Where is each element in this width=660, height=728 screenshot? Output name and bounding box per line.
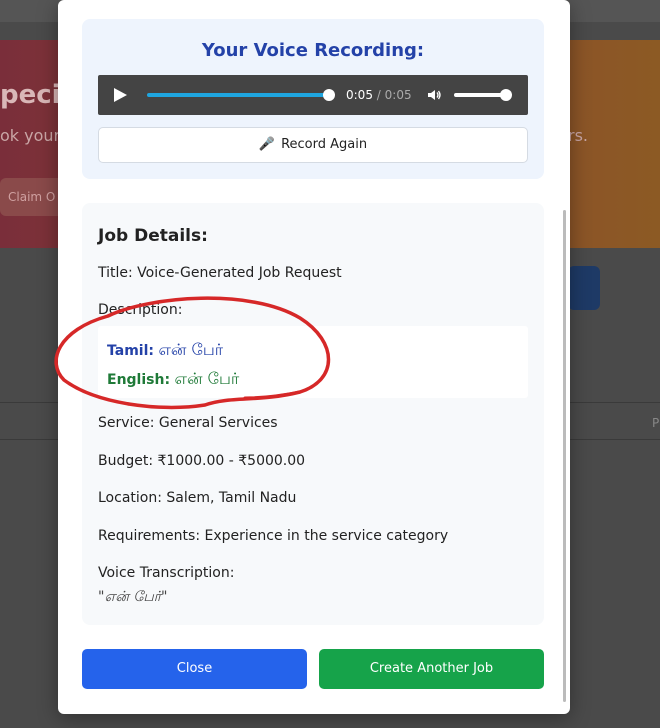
description-english-label: English: xyxy=(107,372,171,388)
voice-recording-panel: Your Voice Recording: 0:05 / 0:05 🎤 Recor… xyxy=(82,19,544,179)
background-blue-button xyxy=(568,266,600,310)
create-another-job-button[interactable]: Create Another Job xyxy=(319,649,544,689)
volume-slider-knob[interactable] xyxy=(500,89,512,101)
close-button[interactable]: Close xyxy=(82,649,307,689)
volume-icon[interactable] xyxy=(426,87,442,103)
record-again-label: Record Again xyxy=(281,137,368,152)
voice-transcription-value: "என் பேர்" xyxy=(98,589,168,605)
job-location-line: Location: Salem, Tamil Nadu xyxy=(98,490,297,506)
job-created-modal: Your Voice Recording: 0:05 / 0:05 🎤 Recor… xyxy=(58,0,570,714)
background-row-text: P xyxy=(652,416,660,430)
audio-progress-knob[interactable] xyxy=(323,89,335,101)
microphone-icon: 🎤 xyxy=(258,137,276,152)
job-description-label: Description: xyxy=(98,302,183,318)
description-tamil: Tamil: என் பேர் xyxy=(107,340,223,361)
background-banner-subtitle: ok your xyxy=(0,126,61,145)
job-requirements-line: Requirements: Experience in the service … xyxy=(98,528,449,544)
description-english: English: என் பேர் xyxy=(107,369,239,390)
modal-scrollbar[interactable] xyxy=(563,210,566,702)
background-banner-subtitle-end: rs. xyxy=(568,126,588,145)
audio-progress-track[interactable] xyxy=(147,93,329,97)
job-title-line: Title: Voice-Generated Job Request xyxy=(98,265,342,281)
job-service-line: Service: General Services xyxy=(98,415,278,431)
job-description-box: Tamil: என் பேர் English: என் பேர் xyxy=(98,326,528,398)
job-details-panel: Job Details: Title: Voice-Generated Job … xyxy=(82,203,544,625)
play-icon[interactable] xyxy=(114,88,127,102)
voice-transcription-label: Voice Transcription: xyxy=(98,565,235,581)
audio-time: 0:05 / 0:05 xyxy=(346,88,412,102)
job-budget-line: Budget: ₹1000.00 - ₹5000.00 xyxy=(98,453,306,469)
audio-time-separator: / xyxy=(376,88,381,102)
description-tamil-value: என் பேர் xyxy=(158,340,224,359)
audio-duration: 0:05 xyxy=(384,88,412,102)
voice-recording-title: Your Voice Recording: xyxy=(201,40,425,61)
audio-current-time: 0:05 xyxy=(346,88,373,102)
job-details-heading: Job Details: xyxy=(98,226,208,246)
description-english-value: என் பேர் xyxy=(174,369,240,388)
description-tamil-label: Tamil: xyxy=(107,343,154,359)
record-again-button[interactable]: 🎤 Record Again xyxy=(98,127,528,163)
audio-player[interactable]: 0:05 / 0:05 xyxy=(98,75,528,115)
